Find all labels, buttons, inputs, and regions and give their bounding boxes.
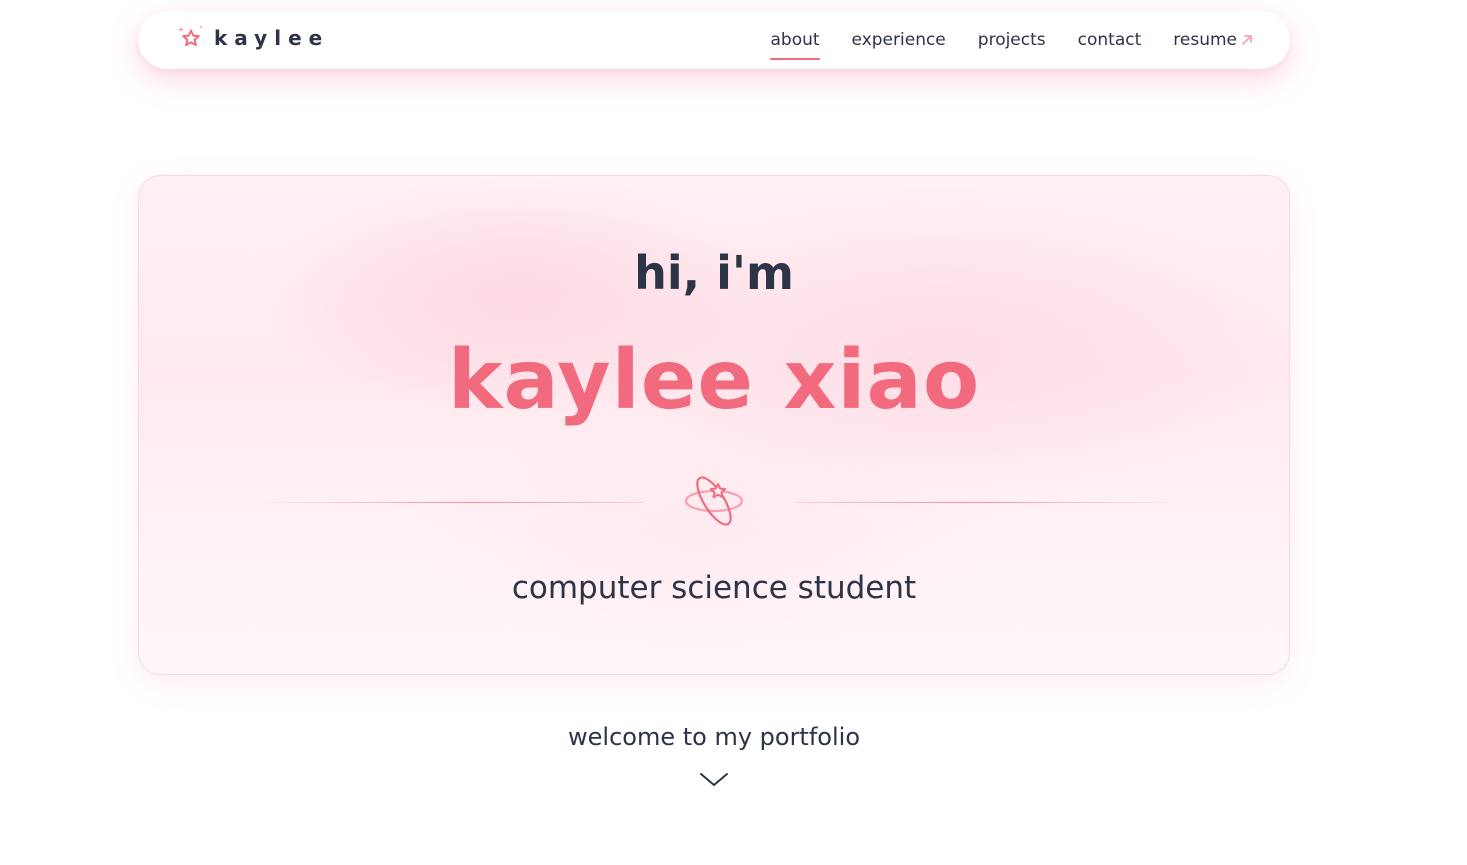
welcome-text: welcome to my portfolio: [568, 723, 860, 751]
brand-link[interactable]: kaylee: [176, 23, 329, 53]
nav-links: about experience projects contact resume: [738, 11, 1254, 69]
hero-card: hi, i'm kaylee xiao computer science stu…: [138, 175, 1290, 675]
divider-left: [259, 502, 644, 503]
hero-name: kaylee xiao: [447, 333, 981, 428]
nav-link-resume[interactable]: resume: [1173, 30, 1254, 50]
divider-right: [794, 502, 1179, 503]
nav-link-label: about: [770, 30, 820, 50]
brand-name: kaylee: [214, 26, 330, 50]
page: kaylee about experience projects contact…: [0, 0, 1467, 865]
chevron-down-icon[interactable]: [699, 772, 729, 788]
nav-link-label: projects: [977, 30, 1046, 50]
nav-link-label: experience: [851, 30, 946, 50]
nav-link-contact[interactable]: contact: [1078, 30, 1142, 50]
star-sparkle-icon: [178, 25, 203, 47]
hero-role: computer science student: [511, 570, 917, 606]
nav-link-label: resume: [1173, 30, 1237, 50]
nav-link-about[interactable]: about: [770, 30, 820, 60]
nav-link-projects[interactable]: projects: [978, 30, 1046, 50]
nav-link-label: contact: [1077, 30, 1142, 50]
navbar: kaylee about experience projects contact…: [138, 11, 1290, 69]
star-orbit-icon: [684, 476, 744, 526]
nav-link-experience[interactable]: experience: [852, 30, 946, 50]
hero-greeting: hi, i'm: [634, 246, 794, 300]
arrow-up-right-icon: [1242, 35, 1252, 45]
